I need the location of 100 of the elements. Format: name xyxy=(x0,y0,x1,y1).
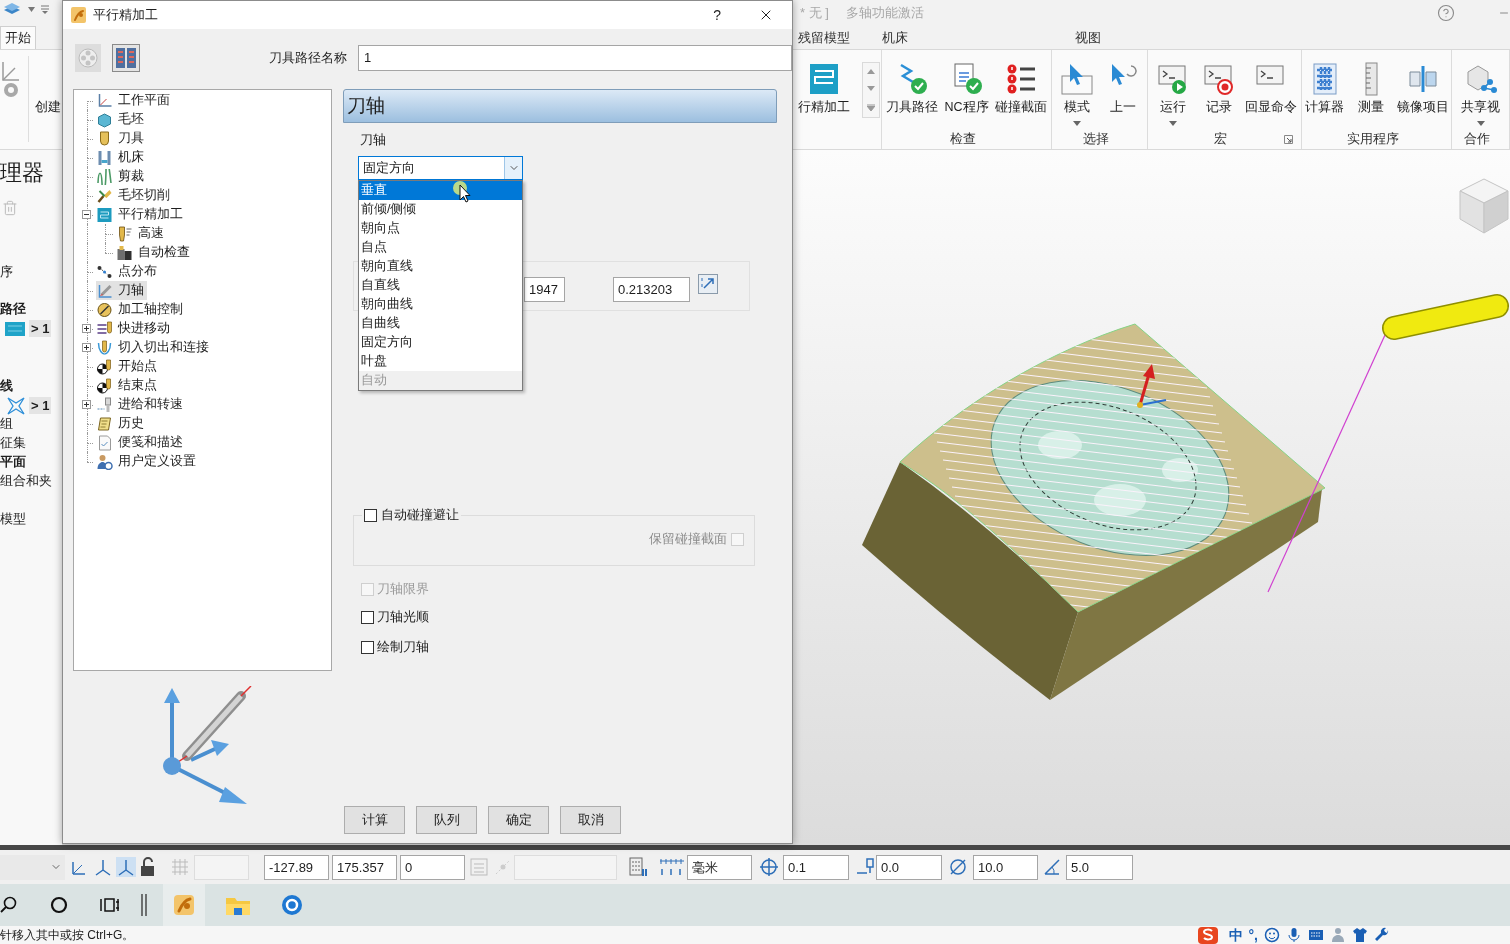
input-field[interactable]: 毫米 xyxy=(687,854,752,880)
tree-item[interactable]: 加工轴控制 xyxy=(96,300,186,319)
section-header[interactable]: 刀轴 xyxy=(343,89,777,123)
dropdown-option[interactable]: 自曲线 xyxy=(359,314,522,333)
ribbon-button[interactable]: 刀具路径 xyxy=(884,62,941,115)
taskbar-button[interactable] xyxy=(163,884,205,926)
expand-icon[interactable] xyxy=(82,324,91,333)
tree-item[interactable]: 点分布 xyxy=(96,262,160,281)
dialog-button[interactable]: 队列 xyxy=(416,806,477,834)
keyboard-icon[interactable] xyxy=(1308,927,1324,943)
ring-icon[interactable] xyxy=(50,896,68,914)
shirt-icon[interactable] xyxy=(1352,927,1368,943)
help-button[interactable]: ? xyxy=(712,7,722,23)
checkbox[interactable] xyxy=(364,508,377,522)
checkbox[interactable] xyxy=(361,640,374,654)
probe-icon[interactable] xyxy=(855,857,875,877)
dialog-button[interactable]: 取消 xyxy=(560,806,621,834)
ime-indicator[interactable]: 中 xyxy=(1228,927,1243,943)
input-field[interactable]: 0.1 xyxy=(783,854,849,880)
tree-item[interactable]: 机床 xyxy=(96,148,147,167)
dropdown-option[interactable]: 垂直 xyxy=(359,181,522,200)
tree-item[interactable]: 工作平面 xyxy=(96,91,173,110)
expand-icon[interactable] xyxy=(82,343,91,352)
microphone-icon[interactable] xyxy=(1286,927,1302,943)
ribbon-tab[interactable]: 机床 xyxy=(878,26,912,49)
dropdown-select[interactable]: 固定方向 xyxy=(358,156,523,180)
input-field[interactable]: 175.357 xyxy=(332,854,397,880)
tree-item[interactable]: 开始点 xyxy=(96,357,160,376)
dropdown-option[interactable]: 朝向直线 xyxy=(359,257,522,276)
navigator-node[interactable]: > 1 xyxy=(0,396,52,415)
scroll-down-icon[interactable] xyxy=(867,86,875,92)
tree-item[interactable]: 历史 xyxy=(96,414,147,433)
ribbon-button[interactable]: 创建 xyxy=(35,100,61,115)
search-icon[interactable] xyxy=(0,896,18,914)
smiley-icon[interactable] xyxy=(1264,927,1280,943)
input-field[interactable]: 0.0 xyxy=(876,854,942,880)
ribbon-tab[interactable]: 残留模型 xyxy=(794,26,854,49)
dialog-button[interactable]: 计算 xyxy=(344,806,405,834)
expand-icon[interactable] xyxy=(82,400,91,409)
input-field[interactable]: -127.89 xyxy=(264,854,329,880)
ribbon-button[interactable]: 计算器 xyxy=(1302,62,1347,115)
caret-icon[interactable] xyxy=(28,7,35,12)
task-view-icon[interactable] xyxy=(100,896,120,914)
ribbon-button[interactable]: 碰撞截面 xyxy=(992,62,1049,115)
select-field[interactable] xyxy=(0,854,65,880)
tree-item[interactable]: 自动检查 xyxy=(116,243,193,262)
ribbon-button[interactable]: 记录 xyxy=(1196,62,1241,115)
ribbon-button[interactable]: 行精加工 xyxy=(796,62,852,115)
axis-icon[interactable] xyxy=(93,857,113,877)
input-field[interactable]: 0.213203 xyxy=(613,277,690,302)
launcher-icon[interactable] xyxy=(1284,134,1293,144)
ribbon-button[interactable]: 测量 xyxy=(1348,62,1393,115)
ribbon-button[interactable]: NC程序 xyxy=(942,62,991,115)
collapse-icon[interactable] xyxy=(82,210,91,219)
tree-item[interactable]: 刀轴 xyxy=(96,281,147,300)
tree-item[interactable]: 用户定义设置 xyxy=(96,452,199,471)
crosshair-icon[interactable] xyxy=(759,857,779,877)
tree-item[interactable]: 高速 xyxy=(116,224,167,243)
wrench-icon[interactable] xyxy=(1374,927,1390,943)
ribbon-button[interactable]: 模式 xyxy=(1054,62,1099,126)
dropdown-option[interactable]: 自直线 xyxy=(359,276,522,295)
ime-indicator[interactable]: °, xyxy=(1248,927,1258,943)
ribbon-tab[interactable]: 开始 xyxy=(0,26,36,49)
tree-item[interactable]: 便笺和描述 xyxy=(96,433,186,452)
input-field[interactable]: 5.0 xyxy=(1066,854,1133,880)
input-field[interactable]: 0 xyxy=(400,854,465,880)
ribbon-tab[interactable]: 视图 xyxy=(1071,26,1105,49)
lock-icon[interactable] xyxy=(139,857,156,877)
ribbon-button[interactable]: 共享视 xyxy=(1458,62,1503,126)
input-field[interactable]: 1947 xyxy=(524,277,565,302)
help-icon[interactable] xyxy=(1437,3,1455,22)
diameter-icon[interactable] xyxy=(948,857,968,877)
checkbox[interactable] xyxy=(361,610,374,624)
ime-logo-icon[interactable] xyxy=(1196,926,1219,944)
dropdown-option[interactable]: 叶盘 xyxy=(359,352,522,371)
ribbon-button[interactable]: 回显命令 xyxy=(1242,62,1299,115)
tree-item[interactable]: 结束点 xyxy=(96,376,160,395)
tree-item[interactable]: 毛坯 xyxy=(96,110,147,129)
tree-item[interactable]: 剪裁 xyxy=(96,167,147,186)
tree-item[interactable]: 刀具 xyxy=(96,129,147,148)
navigator-node[interactable]: > 1 xyxy=(0,319,52,338)
expand-gallery-icon[interactable] xyxy=(867,103,875,111)
dialog-button[interactable]: 确定 xyxy=(488,806,549,834)
app-icon[interactable] xyxy=(281,894,303,916)
tree-item[interactable]: 切入切出和连接 xyxy=(96,338,212,357)
grid-pattern-icon[interactable] xyxy=(112,44,140,72)
tree-item[interactable]: 毛坯切削 xyxy=(96,186,173,205)
dropdown-option[interactable]: 朝向点 xyxy=(359,219,522,238)
app-stack-icon[interactable] xyxy=(2,1,22,16)
angle-icon[interactable] xyxy=(1042,857,1062,877)
menu-more-icon[interactable] xyxy=(41,5,49,14)
scroll-up-icon[interactable] xyxy=(867,69,875,75)
calculator-icon[interactable] xyxy=(629,857,647,877)
dropdown-option[interactable]: 固定方向 xyxy=(359,333,522,352)
dropdown-option[interactable]: 朝向曲线 xyxy=(359,295,522,314)
ribbon-button[interactable]: 镜像项目 xyxy=(1394,62,1451,115)
tree-item[interactable]: 平行精加工 xyxy=(96,205,186,224)
ribbon-button[interactable]: 运行 xyxy=(1150,62,1195,126)
input-field[interactable]: 1 xyxy=(358,45,792,71)
ruler-icon[interactable] xyxy=(659,857,685,877)
